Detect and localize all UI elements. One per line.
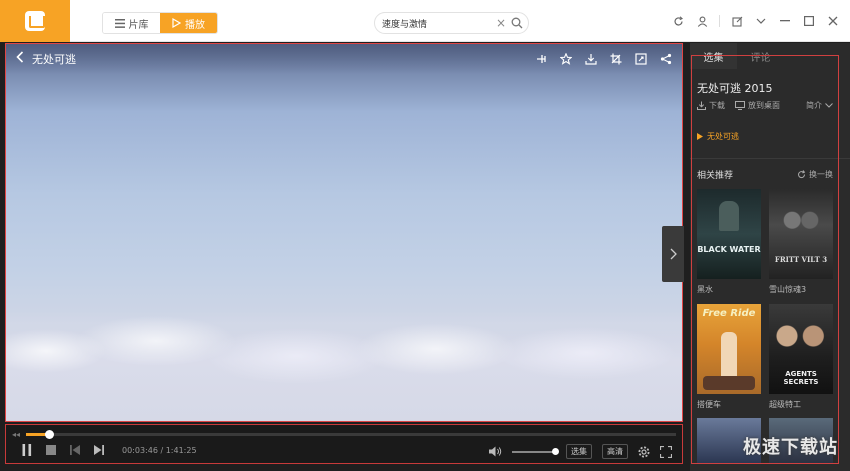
title-bar: 片库 播放 ×: [0, 0, 850, 42]
search-input[interactable]: [382, 18, 492, 28]
playing-icon: [697, 133, 703, 140]
poster-fritt-vilt[interactable]: FRITT VILT 3: [769, 189, 833, 279]
poster-car: [703, 376, 755, 390]
pause-icon[interactable]: [22, 444, 32, 456]
poster-label: 超级特工: [769, 400, 801, 409]
close-icon[interactable]: [826, 14, 840, 28]
nav-library-label: 片库: [128, 19, 149, 31]
poster-text: Free Ride: [702, 308, 756, 319]
time-total: 1:41:25: [165, 445, 197, 455]
panel-divider: [690, 158, 850, 159]
progress-knob[interactable]: [45, 430, 55, 439]
poster-faces: [773, 318, 829, 358]
download-small-icon: [697, 101, 706, 110]
player-controls: ◂◂ 00:03:46 / 1:41:25 选集 高清: [5, 424, 683, 464]
crop-icon[interactable]: [609, 52, 622, 65]
nav-group: 片库 播放: [102, 12, 218, 34]
clear-icon[interactable]: ×: [496, 16, 506, 30]
video-title: 无处可逃: [32, 53, 76, 66]
add-to-desktop-button[interactable]: 放到桌面: [735, 100, 780, 111]
playback-time: 00:03:46 / 1:41:25: [122, 446, 197, 455]
watermark: 极速下载站: [743, 437, 838, 458]
desktop-label: 放到桌面: [748, 101, 780, 110]
movie-title: 无处可逃 2015: [697, 82, 773, 95]
right-controls: 选集 高清: [489, 444, 672, 459]
chevron-left-small-icon[interactable]: ◂◂: [12, 430, 20, 439]
back-arrow-icon[interactable]: [16, 51, 24, 67]
fullscreen-icon[interactable]: [660, 445, 672, 458]
progress-bar[interactable]: [26, 430, 676, 439]
user-icon[interactable]: [695, 14, 709, 28]
time-separator: /: [157, 445, 166, 455]
refresh-icon: [798, 170, 806, 179]
poster-black-water[interactable]: BLACK WATER: [697, 189, 761, 279]
refresh-icon[interactable]: [671, 14, 685, 28]
poster-label: 搭便车: [697, 400, 721, 409]
screenshot-icon[interactable]: [634, 52, 647, 65]
poster-text: FRITT VILT 3: [774, 255, 828, 264]
monitor-icon: [735, 101, 745, 110]
download-icon[interactable]: [584, 52, 597, 65]
intro-button[interactable]: 简介: [806, 100, 833, 111]
separator: [719, 15, 720, 27]
chevron-down-icon: [825, 103, 833, 108]
nav-play-label: 播放: [185, 19, 205, 31]
previous-icon[interactable]: [70, 445, 80, 455]
select-episodes-button[interactable]: 选集: [566, 444, 592, 459]
star-icon[interactable]: [559, 52, 572, 65]
chevron-right-icon: [670, 248, 677, 260]
video-frame-clouds: [6, 311, 682, 421]
app-logo[interactable]: [0, 0, 70, 42]
poster-figure: [719, 201, 739, 231]
playback-buttons: 00:03:46 / 1:41:25: [22, 444, 197, 456]
quality-button[interactable]: 高清: [602, 444, 628, 459]
minimize-icon[interactable]: [778, 14, 792, 28]
search-icon[interactable]: [511, 17, 523, 29]
poster-text: BLACK WATER: [697, 245, 761, 254]
settings-gear-icon[interactable]: [638, 446, 650, 458]
logo-icon: [25, 11, 45, 31]
episode-label: 无处可逃: [707, 132, 739, 141]
window-controls: [671, 14, 840, 28]
refresh-label: 换一换: [809, 170, 833, 179]
chevron-down-icon[interactable]: [754, 14, 768, 28]
movie-actions: 下载 放到桌面 简介: [697, 100, 833, 111]
download-button[interactable]: 下载: [697, 100, 725, 111]
download-label: 下载: [709, 101, 725, 110]
poster-free-ride[interactable]: Free Ride: [697, 304, 761, 394]
video-toolbar: [534, 52, 672, 65]
recommend-title: 相关推荐: [697, 171, 734, 181]
volume-knob[interactable]: [552, 447, 559, 455]
tab-episodes[interactable]: 选集: [690, 43, 737, 69]
volume-icon[interactable]: [489, 446, 502, 457]
share-icon[interactable]: [659, 52, 672, 65]
panel-tabs: 选集 评论: [690, 43, 850, 69]
poster-text: AGENTS SECRETS: [783, 370, 819, 386]
poster-label: 雪山惊魂3: [769, 285, 807, 294]
episode-item[interactable]: 无处可逃: [697, 131, 739, 142]
play-outline-icon: [172, 18, 181, 28]
video-player[interactable]: 无处可逃: [5, 43, 683, 422]
poster-agents-secrets[interactable]: AGENTS SECRETS: [769, 304, 833, 394]
poster-figure: [721, 332, 737, 382]
edit-icon[interactable]: [730, 14, 744, 28]
next-icon[interactable]: [94, 445, 104, 455]
panel-toggle-button[interactable]: [662, 226, 684, 282]
intro-label: 简介: [806, 101, 822, 110]
maximize-icon[interactable]: [802, 14, 816, 28]
pin-icon[interactable]: [534, 52, 547, 65]
nav-library-button[interactable]: 片库: [103, 13, 160, 33]
search-box: ×: [374, 12, 529, 34]
volume-slider[interactable]: [512, 447, 559, 455]
poster-label: 黑水: [697, 285, 713, 294]
poster-figures: [779, 205, 823, 243]
stop-icon[interactable]: [46, 445, 56, 455]
nav-play-button[interactable]: 播放: [160, 13, 217, 33]
tab-comments[interactable]: 评论: [737, 43, 784, 69]
time-current: 00:03:46: [122, 445, 158, 455]
recommend-header: 相关推荐 换一换: [697, 168, 833, 181]
refresh-recommend-button[interactable]: 换一换: [797, 168, 833, 181]
menu-icon: [114, 18, 125, 28]
